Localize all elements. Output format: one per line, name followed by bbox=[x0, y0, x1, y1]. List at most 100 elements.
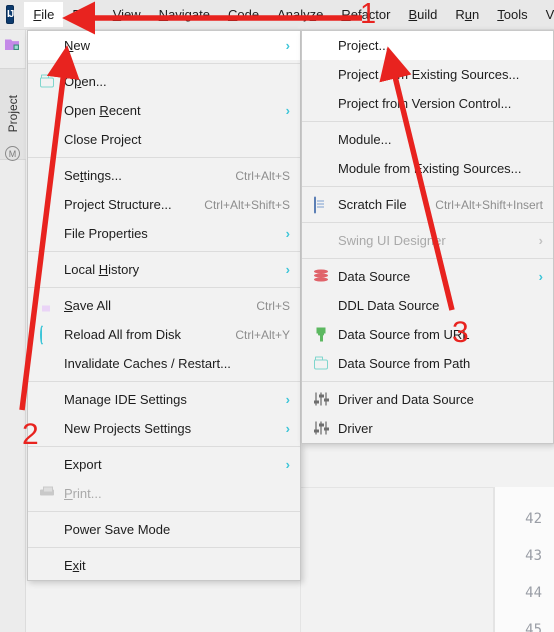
menu-item-label: Scratch File bbox=[338, 197, 407, 212]
menu-separator bbox=[28, 287, 300, 288]
print-icon bbox=[40, 486, 55, 501]
menubar-item-run[interactable]: Run bbox=[446, 2, 488, 27]
menu-separator bbox=[302, 121, 553, 122]
menubar-item-refactor[interactable]: Refactor bbox=[332, 2, 399, 27]
menubar-item-tools[interactable]: Tools bbox=[488, 2, 536, 27]
menu-item-module-from-existing-sources[interactable]: Module from Existing Sources... bbox=[302, 154, 553, 183]
tool-window-sidebar: Project M bbox=[0, 30, 26, 632]
menu-item-driver-and-data-source[interactable]: Driver and Data Source bbox=[302, 385, 553, 414]
list-icon bbox=[314, 298, 329, 313]
menu-item-driver[interactable]: Driver bbox=[302, 414, 553, 443]
menu-item-open[interactable]: Open... bbox=[28, 67, 300, 96]
menu-item-label: Project Structure... bbox=[64, 197, 172, 212]
menu-item-label: Print... bbox=[64, 486, 102, 501]
menu-item-label: Project from Version Control... bbox=[338, 96, 512, 111]
chevron-right-icon: › bbox=[538, 233, 543, 248]
menu-item-power-save-mode[interactable]: Power Save Mode bbox=[28, 515, 300, 544]
menu-separator bbox=[28, 251, 300, 252]
menu-item-label: Invalidate Caches / Restart... bbox=[64, 356, 231, 371]
chevron-right-icon: › bbox=[285, 262, 290, 277]
menu-item-settings[interactable]: Settings... Ctrl+Alt+S bbox=[28, 161, 300, 190]
folder-icon bbox=[40, 74, 55, 89]
fader-icon bbox=[313, 421, 329, 436]
menu-item-swing-ui-designer: Swing UI Designer › bbox=[302, 226, 553, 255]
menu-separator bbox=[28, 63, 300, 64]
menu-item-new-projects-settings[interactable]: New Projects Settings › bbox=[28, 414, 300, 443]
menu-item-data-source[interactable]: Data Source › bbox=[302, 262, 553, 291]
menu-item-project-from-existing-sources[interactable]: Project from Existing Sources... bbox=[302, 60, 553, 89]
gutter-line-number: 44 bbox=[525, 585, 542, 601]
menu-item-label: Module from Existing Sources... bbox=[338, 161, 522, 176]
menu-item-shortcut: Ctrl+Alt+S bbox=[235, 168, 290, 183]
menu-item-print: Print... bbox=[28, 479, 300, 508]
menu-item-label: New Projects Settings bbox=[64, 421, 192, 436]
menu-item-save-all[interactable]: Save All Ctrl+S bbox=[28, 291, 300, 320]
new-submenu-popup: Project... Project from Existing Sources.… bbox=[301, 30, 554, 444]
menu-item-project[interactable]: Project... bbox=[302, 31, 553, 60]
menu-item-exit[interactable]: Exit bbox=[28, 551, 300, 580]
menu-item-new[interactable]: New › bbox=[28, 31, 300, 60]
menu-separator bbox=[302, 186, 553, 187]
project-folder-icon bbox=[5, 38, 21, 51]
menu-separator bbox=[302, 258, 553, 259]
menu-item-label: Data Source bbox=[338, 269, 411, 284]
menu-item-project-from-version-control[interactable]: Project from Version Control... bbox=[302, 89, 553, 118]
menu-item-local-history[interactable]: Local History › bbox=[28, 255, 300, 284]
sidebar-item-project-label: Project bbox=[6, 95, 20, 133]
menu-item-manage-ide-settings[interactable]: Manage IDE Settings › bbox=[28, 385, 300, 414]
menu-item-label: New bbox=[64, 38, 91, 53]
menu-item-project-structure[interactable]: Project Structure... Ctrl+Alt+Shift+S bbox=[28, 190, 300, 219]
reload-icon bbox=[40, 325, 55, 344]
menu-separator bbox=[28, 511, 300, 512]
menu-item-ddl-data-source[interactable]: DDL Data Source bbox=[302, 291, 553, 320]
menu-item-label: Settings... bbox=[64, 168, 122, 183]
menu-item-label: DDL Data Source bbox=[338, 298, 440, 313]
menu-item-label: Driver and Data Source bbox=[338, 392, 474, 407]
menu-item-label: Close Project bbox=[64, 132, 142, 147]
menu-separator bbox=[28, 157, 300, 158]
menu-item-export[interactable]: Export › bbox=[28, 450, 300, 479]
menu-item-label: Open Recent bbox=[64, 103, 141, 118]
menubar-item-file[interactable]: File bbox=[24, 2, 64, 27]
gear-icon bbox=[40, 168, 55, 183]
menubar-item-vcs[interactable]: VCS bbox=[537, 2, 554, 27]
gutter-line-number: 42 bbox=[525, 511, 542, 527]
menubar-item-analyze[interactable]: Analyze bbox=[268, 2, 332, 27]
menubar-item-code[interactable]: Code bbox=[219, 2, 268, 27]
menubar-item-build[interactable]: Build bbox=[399, 2, 446, 27]
gutter-line-number: 43 bbox=[525, 548, 542, 564]
menu-item-label: Export bbox=[64, 457, 102, 472]
menu-item-module[interactable]: Module... bbox=[302, 125, 553, 154]
gutter-line-number: 45 bbox=[525, 622, 542, 632]
menu-item-label: File Properties bbox=[64, 226, 148, 241]
chevron-right-icon: › bbox=[285, 392, 290, 407]
menu-item-file-properties[interactable]: File Properties › bbox=[28, 219, 300, 248]
menu-item-shortcut: Ctrl+Alt+Shift+Insert bbox=[435, 197, 543, 212]
menu-item-label: Swing UI Designer bbox=[338, 233, 446, 248]
menu-item-scratch-file[interactable]: Scratch File Ctrl+Alt+Shift+Insert bbox=[302, 190, 553, 219]
menu-item-open-recent[interactable]: Open Recent › bbox=[28, 96, 300, 125]
menu-bar: IJ File Edit View Navigate Code Analyze Refact… bbox=[0, 0, 554, 30]
editor-background-panel bbox=[300, 487, 494, 632]
menubar-item-edit[interactable]: Edit bbox=[63, 2, 103, 27]
chevron-right-icon: › bbox=[285, 103, 290, 118]
menu-separator bbox=[28, 547, 300, 548]
menu-separator bbox=[302, 222, 553, 223]
menu-item-label: Power Save Mode bbox=[64, 522, 171, 537]
menu-item-reload-all-from-disk[interactable]: Reload All from Disk Ctrl+Alt+Y bbox=[28, 320, 300, 349]
menu-item-data-source-from-url[interactable]: Data Source from URL bbox=[302, 320, 553, 349]
chevron-right-icon: › bbox=[285, 421, 290, 436]
menu-separator bbox=[302, 381, 553, 382]
menu-item-data-source-from-path[interactable]: Data Source from Path bbox=[302, 349, 553, 378]
menubar-item-view[interactable]: View bbox=[104, 2, 150, 27]
plug-icon bbox=[314, 327, 329, 342]
structure-icon[interactable]: M bbox=[5, 146, 20, 161]
menu-separator bbox=[28, 381, 300, 382]
menu-item-close-project[interactable]: Close Project bbox=[28, 125, 300, 154]
fader-icon bbox=[313, 392, 329, 407]
scratch-file-icon bbox=[314, 196, 329, 213]
menu-item-label: Data Source from URL bbox=[338, 327, 470, 342]
menubar-item-navigate[interactable]: Navigate bbox=[150, 2, 219, 27]
menu-item-invalidate-caches-restart[interactable]: Invalidate Caches / Restart... bbox=[28, 349, 300, 378]
menu-item-shortcut: Ctrl+Alt+Y bbox=[235, 327, 290, 342]
